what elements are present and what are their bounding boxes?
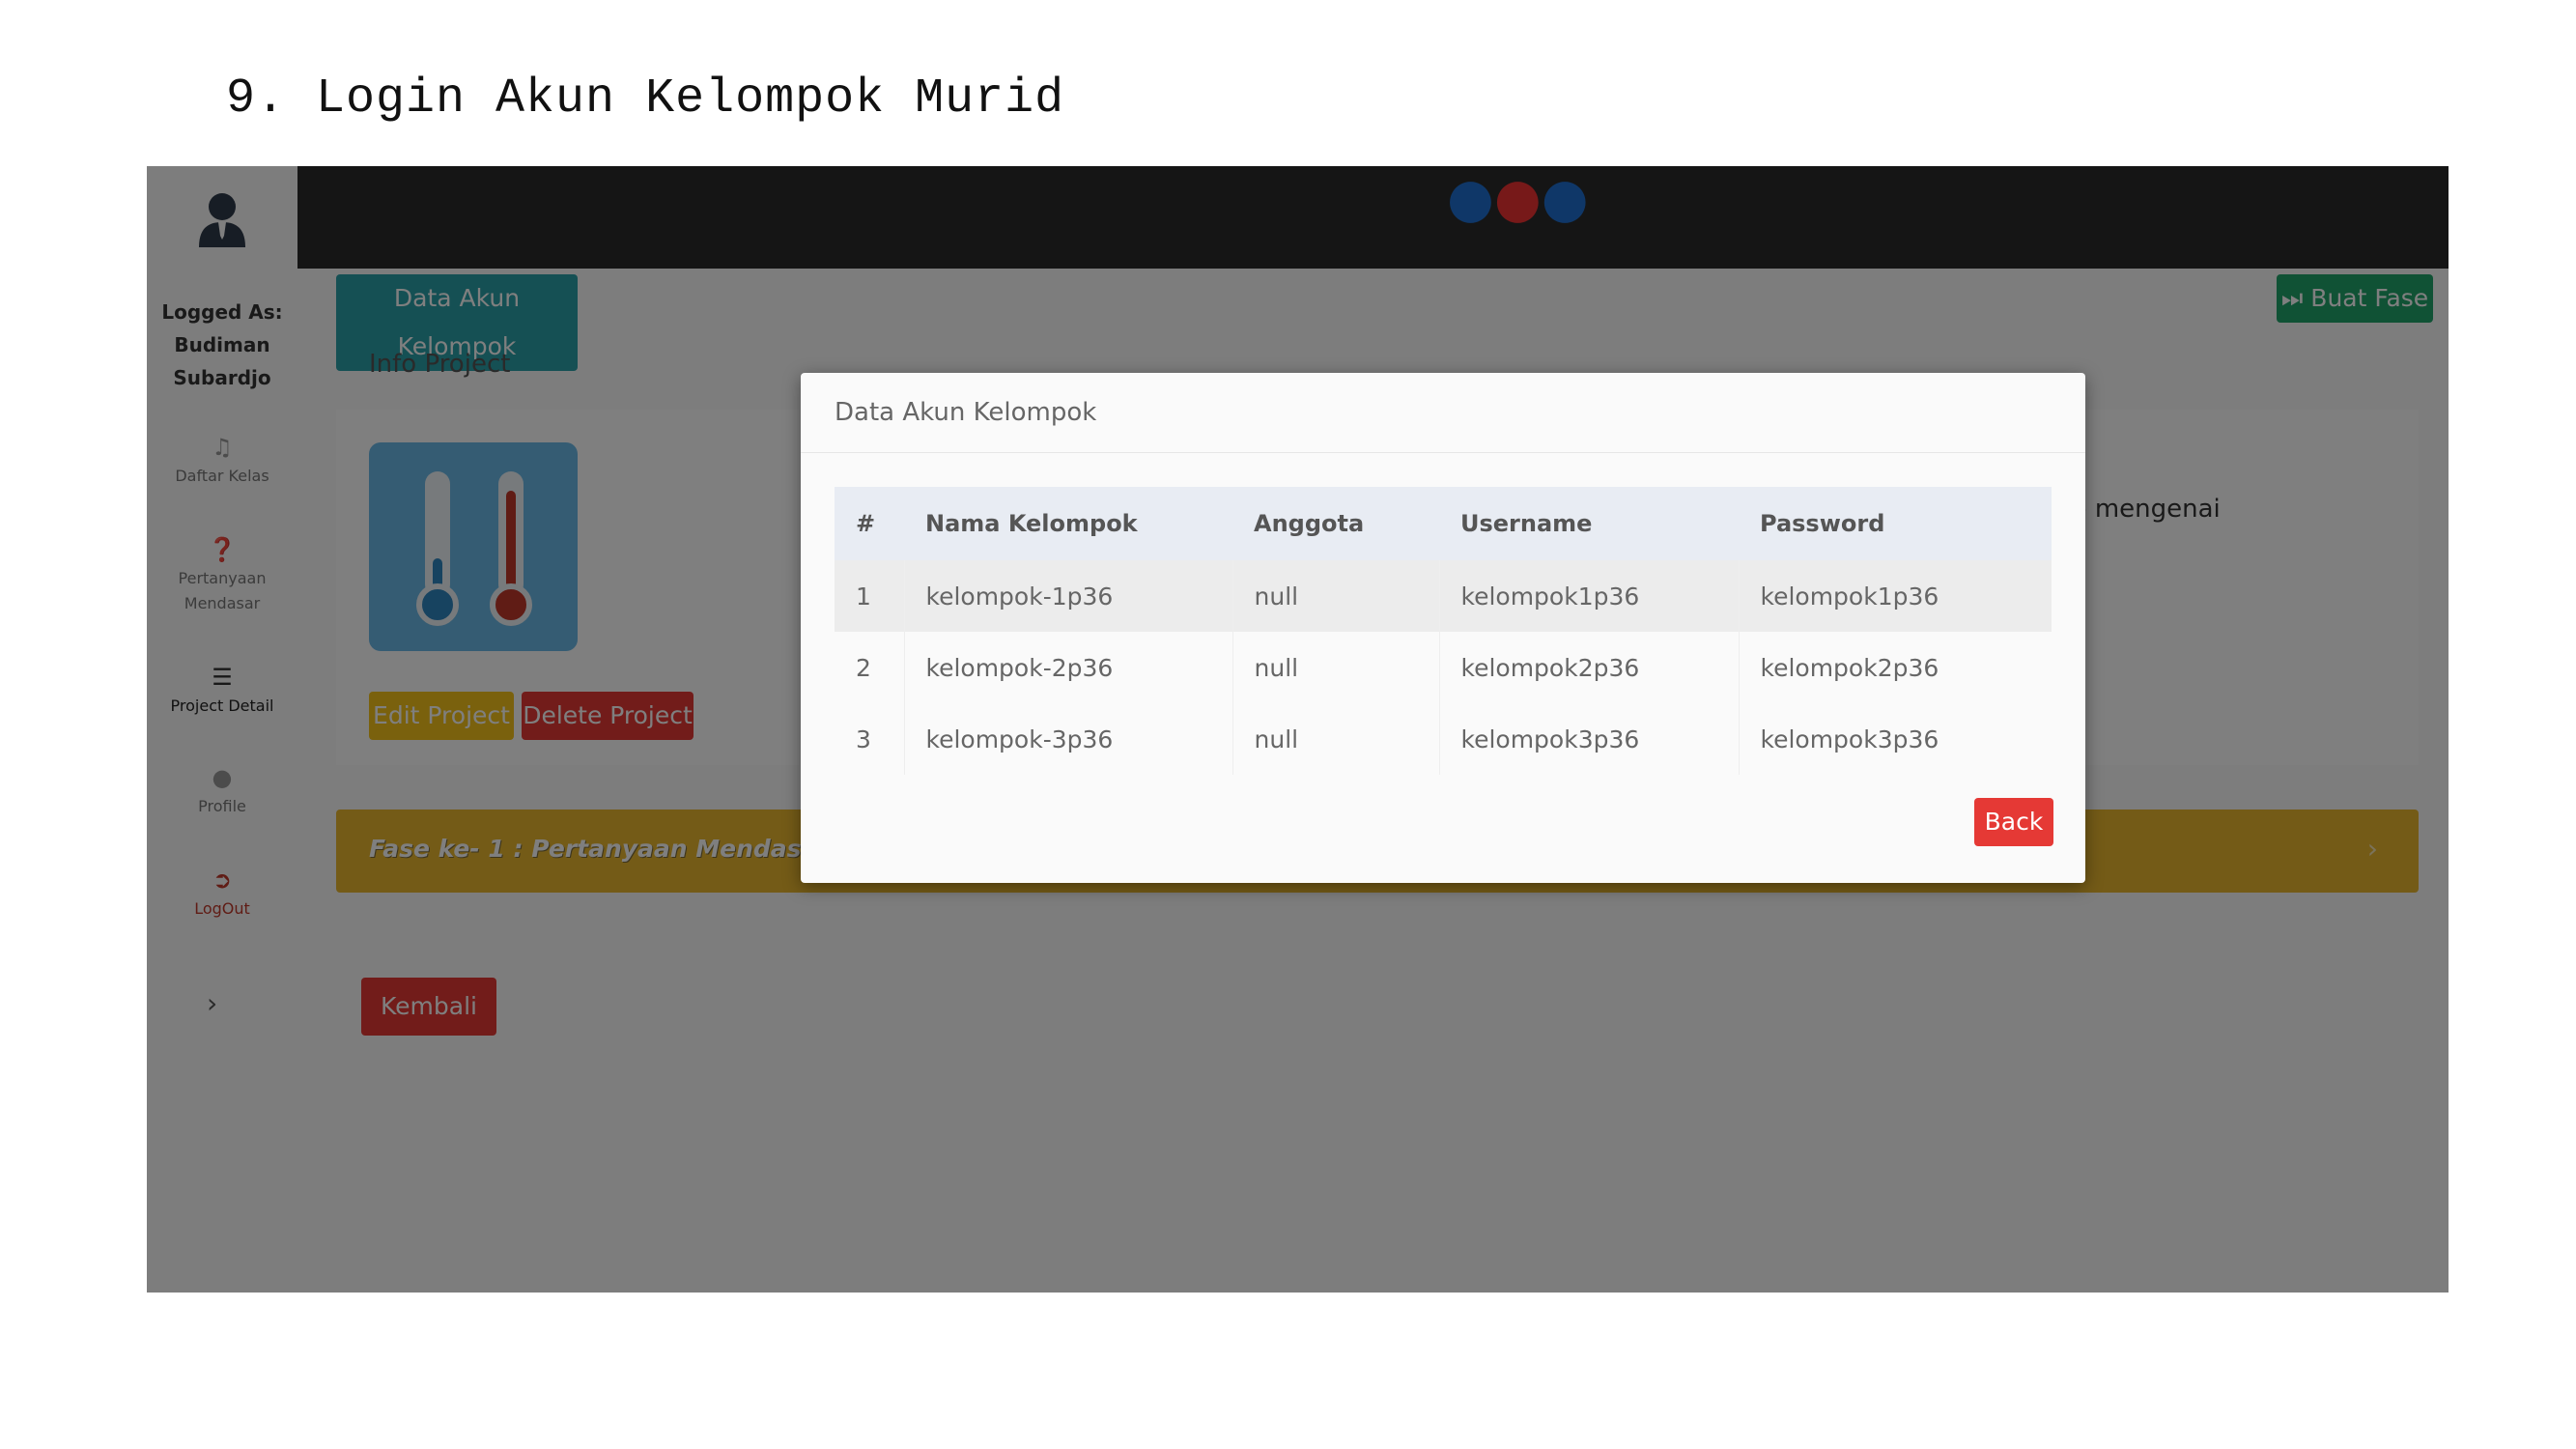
modal-title: Data Akun Kelompok — [835, 398, 1097, 427]
column-header: # — [835, 487, 904, 560]
table-cell: kelompok-1p36 — [904, 560, 1233, 632]
table-cell: kelompok2p36 — [1439, 632, 1740, 703]
data-akun-kelompok-modal: Data Akun Kelompok # Nama Kelompok Anggo… — [801, 373, 2085, 883]
modal-divider — [801, 452, 2085, 453]
accounts-table: # Nama Kelompok Anggota Username Passwor… — [835, 487, 2052, 775]
table-row[interactable]: 2 kelompok-2p36 null kelompok2p36 kelomp… — [835, 632, 2052, 703]
table-cell: 2 — [835, 632, 905, 703]
table-row[interactable]: 3 kelompok-3p36 null kelompok3p36 kelomp… — [835, 703, 2052, 775]
table-cell: null — [1232, 560, 1440, 632]
table-row[interactable]: 1 kelompok-1p36 null kelompok1p36 kelomp… — [835, 560, 2052, 632]
table-cell: 3 — [835, 703, 905, 775]
column-header: Username — [1439, 487, 1739, 560]
table-cell: kelompok-3p36 — [904, 703, 1233, 775]
table-cell: kelompok1p36 — [1439, 560, 1740, 632]
table-cell: kelompok2p36 — [1760, 653, 1939, 682]
column-header: Anggota — [1232, 487, 1439, 560]
table-cell: kelompok-2p36 — [904, 632, 1233, 703]
table-cell: 1 — [835, 560, 905, 632]
table-header-row: # Nama Kelompok Anggota Username Passwor… — [835, 487, 2052, 560]
table-cell: null — [1232, 632, 1440, 703]
app-screenshot: Logged As: Budiman Subardjo ♫ Daftar Kel… — [147, 166, 2449, 1293]
table-cell: kelompok3p36 — [1439, 703, 1740, 775]
document-heading: 9. Login Akun Kelompok Murid — [226, 71, 1065, 127]
column-header: Nama Kelompok — [904, 487, 1232, 560]
back-button[interactable]: Back — [1974, 798, 2053, 846]
table-cell: kelompok1p36 — [1739, 560, 2052, 632]
table-cell: kelompok3p36 — [1760, 724, 1939, 753]
column-header: Password — [1739, 487, 2052, 560]
table-cell: null — [1232, 703, 1440, 775]
